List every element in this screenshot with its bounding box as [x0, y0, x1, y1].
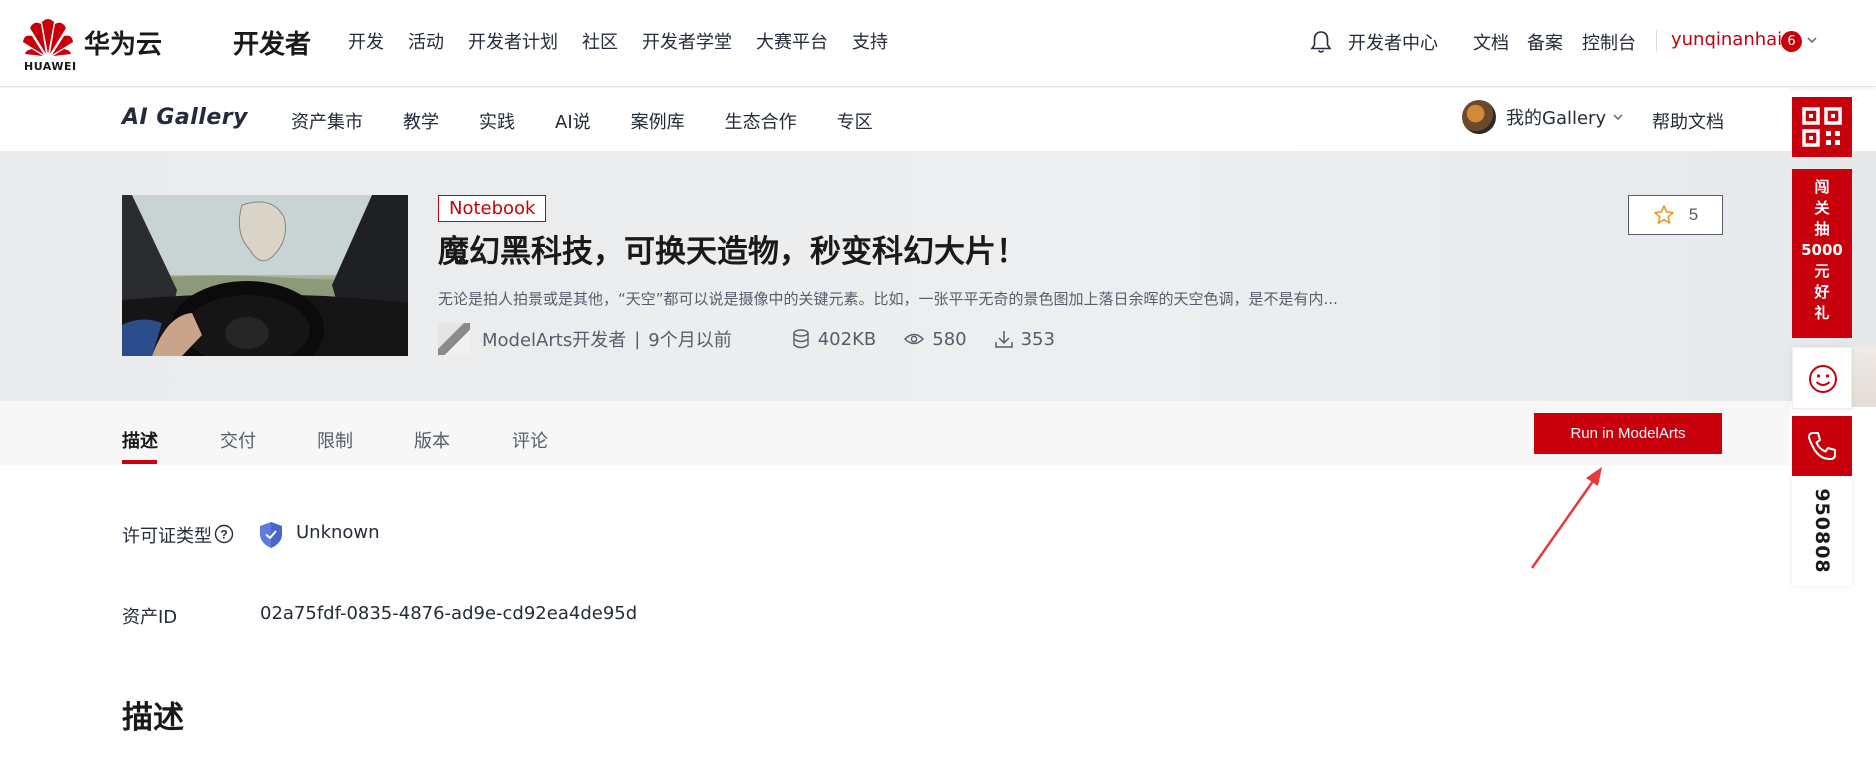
asset-description: 无论是拍人拍景或是其他，“天空”都可以说是摄像中的关键元素。比如，一张平平无奇的…: [438, 290, 1338, 308]
tab-restrictions[interactable]: 限制: [317, 427, 353, 453]
author-name[interactable]: ModelArts开发者: [482, 326, 626, 352]
tab-description[interactable]: 描述: [122, 427, 158, 453]
top-nav-item-competitions[interactable]: 大赛平台: [756, 28, 828, 54]
promo-text-6: 好: [1814, 283, 1830, 301]
active-tab-indicator: [122, 460, 157, 464]
asset-thumbnail: [122, 195, 408, 356]
promo-text-7: 礼: [1814, 304, 1830, 322]
annotation-arrow: [1530, 467, 1602, 569]
ai-gallery-logo[interactable]: AI Gallery: [122, 105, 248, 130]
car-dashboard-sky-image: [122, 195, 408, 356]
huawei-flower-icon: [23, 19, 73, 56]
asset-id-label: 资产ID: [122, 607, 178, 628]
asset-title: 魔幻黑科技，可换天造物，秒变科幻大片！: [438, 234, 1027, 270]
star-button[interactable]: 5: [1628, 195, 1723, 235]
smile-icon: [1809, 365, 1837, 393]
top-nav-item-community[interactable]: 社区: [582, 28, 618, 54]
top-header: HUAWEI 华为云 开发者 开发 活动 开发者计划 社区 开发者学堂 大赛平台…: [0, 0, 1876, 87]
ai-gallery-nav: 资产集市 教学 实践 AI说 案例库 生态合作 专区: [291, 108, 913, 134]
meta-separator: |: [634, 328, 641, 350]
sub-nav-item-case-library[interactable]: 案例库: [631, 108, 685, 134]
shield-check-icon: [260, 522, 282, 548]
developer-center-link[interactable]: 开发者中心: [1348, 29, 1438, 55]
top-nav-item-activities[interactable]: 活动: [408, 28, 444, 54]
license-type-value: Unknown: [296, 522, 380, 543]
huawei-cloud-logo[interactable]: HUAWEI 华为云: [22, 14, 172, 73]
qr-code-icon: [1802, 107, 1842, 147]
promo-banner[interactable]: 闯 关 抽 5000 元 好 礼: [1792, 169, 1852, 338]
phone-icon: [1808, 432, 1836, 460]
downloads-count: 353: [1020, 328, 1055, 350]
bell-icon[interactable]: [1308, 29, 1334, 55]
tab-delivery[interactable]: 交付: [220, 427, 256, 453]
tab-versions[interactable]: 版本: [414, 427, 450, 453]
promo-text-1: 闯: [1814, 178, 1830, 196]
detail-tabbar: 描述 交付 限制 版本 评论 Run in ModelArts: [0, 401, 1790, 465]
console-link[interactable]: 控制台: [1582, 29, 1636, 55]
svg-text:?: ?: [220, 528, 227, 542]
page-edge-decoration: [1852, 347, 1876, 407]
publish-time: 9个月以前: [648, 330, 732, 351]
qr-code-button[interactable]: [1792, 97, 1852, 157]
sub-nav-item-ecosystem[interactable]: 生态合作: [725, 108, 797, 134]
sub-nav-item-ai-talk[interactable]: AI说: [555, 108, 591, 134]
downloads-stat: 353: [994, 328, 1055, 350]
run-in-modelarts-button[interactable]: Run in ModelArts: [1534, 413, 1722, 454]
chevron-down-icon[interactable]: [1806, 34, 1818, 46]
top-nav-item-develop[interactable]: 开发: [348, 28, 384, 54]
asset-meta: ModelArts开发者 | 9个月以前 402KB 580 353: [438, 323, 1055, 355]
license-type-label: 许可证类型: [122, 526, 212, 547]
floating-sidebar: 闯 关 抽 5000 元 好 礼 950808: [1790, 88, 1876, 776]
feedback-button[interactable]: [1792, 347, 1852, 409]
asset-size: 402KB: [817, 328, 877, 350]
notebook-tag: Notebook: [438, 195, 547, 222]
chevron-down-icon[interactable]: [1612, 111, 1624, 123]
developer-section-title[interactable]: 开发者: [233, 24, 311, 61]
ai-gallery-subheader: AI Gallery 资产集市 教学 实践 AI说 案例库 生态合作 专区 我的…: [0, 88, 1790, 151]
username-menu[interactable]: yunqinanhai: [1671, 29, 1782, 50]
eye-icon: [904, 333, 925, 345]
header-divider: [1656, 30, 1657, 52]
hotline-number: 950808: [1792, 476, 1852, 586]
asset-id-value: 02a75fdf-0835-4876-ad9e-cd92ea4de95d: [260, 603, 638, 624]
star-icon: [1653, 205, 1674, 224]
database-icon: [793, 329, 809, 349]
promo-text-4: 5000: [1801, 241, 1843, 259]
hotline-number-text: 950808: [1811, 488, 1833, 574]
sub-nav-item-teaching[interactable]: 教学: [403, 108, 439, 134]
question-icon[interactable]: ?: [214, 524, 234, 544]
help-docs-link[interactable]: 帮助文档: [1652, 108, 1724, 134]
top-nav: 开发 活动 开发者计划 社区 开发者学堂 大赛平台 支持: [348, 28, 912, 54]
my-gallery-label[interactable]: 我的Gallery: [1506, 104, 1606, 130]
author-avatar[interactable]: [438, 323, 470, 355]
star-count: 5: [1688, 205, 1699, 224]
huawei-cloud-name: 华为云: [84, 30, 163, 60]
sub-nav-item-practice[interactable]: 实践: [479, 108, 515, 134]
phone-button[interactable]: [1792, 416, 1852, 476]
description-section-title: 描述: [122, 700, 184, 736]
user-avatar[interactable]: [1462, 100, 1496, 134]
huawei-wordmark: HUAWEI: [24, 60, 77, 73]
download-icon: [994, 331, 1013, 348]
tab-comments[interactable]: 评论: [512, 427, 548, 453]
views-stat: 580: [904, 328, 967, 350]
beian-link[interactable]: 备案: [1527, 29, 1563, 55]
top-nav-item-support[interactable]: 支持: [852, 28, 888, 54]
top-nav-item-developer-program[interactable]: 开发者计划: [468, 28, 558, 54]
top-nav-item-academy[interactable]: 开发者学堂: [642, 28, 732, 54]
sub-nav-item-asset-market[interactable]: 资产集市: [291, 108, 363, 134]
notification-badge[interactable]: 6: [1781, 31, 1802, 52]
asset-hero: Notebook 魔幻黑科技，可换天造物，秒变科幻大片！ 无论是拍人拍景或是其他…: [0, 151, 1876, 401]
promo-text-2: 关: [1814, 199, 1830, 217]
views-count: 580: [932, 328, 967, 350]
asset-size-stat: 402KB: [792, 328, 877, 350]
my-gallery-menu[interactable]: 我的Gallery: [1462, 100, 1624, 134]
promo-text-3: 抽: [1814, 220, 1830, 238]
promo-text-5: 元: [1814, 262, 1830, 280]
sub-nav-item-zone[interactable]: 专区: [837, 108, 873, 134]
docs-link[interactable]: 文档: [1473, 29, 1509, 55]
